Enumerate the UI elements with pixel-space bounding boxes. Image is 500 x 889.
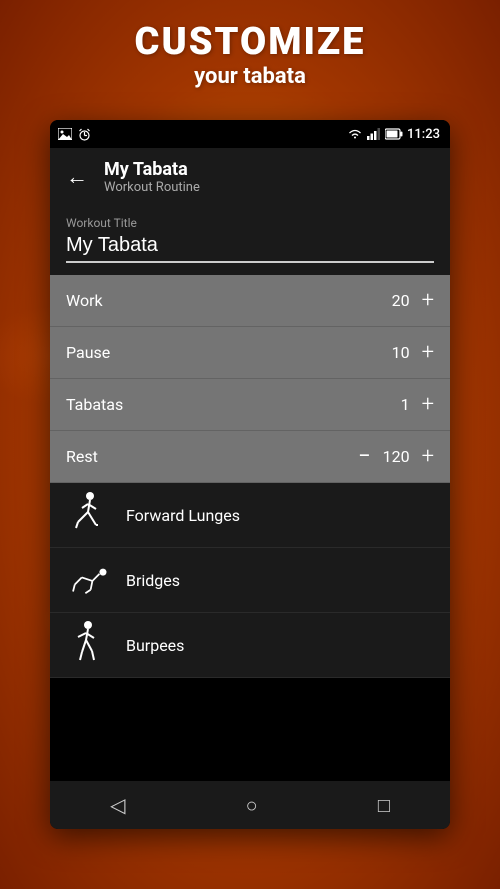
exercise-item-burpees[interactable]: Burpees (50, 613, 450, 678)
work-value: 20 (386, 291, 410, 310)
workout-title-input[interactable] (66, 234, 434, 263)
bridges-icon (66, 558, 110, 602)
work-row: Work 20 + (50, 275, 450, 327)
nav-home-button[interactable]: ○ (246, 793, 258, 818)
exercise-name-lunges: Forward Lunges (126, 506, 240, 525)
nav-recent-button[interactable]: □ (378, 793, 390, 818)
pause-value: 10 (386, 343, 410, 362)
app-bar-titles: My Tabata Workout Routine (104, 159, 200, 195)
tabatas-label: Tabatas (66, 395, 123, 414)
status-bar: 11:23 (50, 120, 450, 148)
time-display: 11:23 (407, 127, 440, 142)
tabatas-plus-button[interactable]: + (422, 394, 434, 416)
pause-controls: 10 + (386, 342, 434, 364)
nav-bar: ◁ ○ □ (50, 781, 450, 829)
lunges-icon (66, 493, 110, 537)
work-label: Work (66, 291, 103, 310)
rest-minus-button[interactable]: − (358, 444, 371, 469)
exercise-name-burpees: Burpees (126, 636, 184, 655)
signal-icon (367, 128, 381, 140)
exercise-item-lunges[interactable]: Forward Lunges (50, 483, 450, 548)
app-bar-subtitle: Workout Routine (104, 180, 200, 195)
wifi-icon (347, 128, 363, 140)
settings-section: Work 20 + Pause 10 + Tabatas 1 + Rest − (50, 275, 450, 483)
tabatas-controls: 1 + (386, 394, 434, 416)
status-bar-right: 11:23 (347, 127, 440, 142)
pause-row: Pause 10 + (50, 327, 450, 379)
back-button[interactable]: ← (66, 164, 88, 190)
work-plus-button[interactable]: + (422, 290, 434, 312)
app-bar: ← My Tabata Workout Routine (50, 148, 450, 206)
pause-label: Pause (66, 343, 110, 362)
exercise-item-bridges[interactable]: Bridges (50, 548, 450, 613)
hero-title: CUSTOMIZE (0, 20, 500, 64)
battery-icon (385, 128, 403, 140)
hero-subtitle: your tabata (0, 64, 500, 89)
tabatas-value: 1 (386, 395, 410, 414)
rest-value: 120 (383, 447, 410, 466)
rest-label: Rest (66, 447, 98, 466)
status-bar-left (58, 128, 91, 141)
work-controls: 20 + (386, 290, 434, 312)
alarm-icon (78, 128, 91, 141)
exercise-list: Forward Lunges Bridges (50, 483, 450, 678)
pause-plus-button[interactable]: + (422, 342, 434, 364)
rest-row: Rest − 120 + (50, 431, 450, 483)
nav-back-button[interactable]: ◁ (110, 793, 125, 817)
rest-plus-button[interactable]: + (422, 446, 434, 468)
burpees-icon (66, 623, 110, 667)
phone-frame: 11:23 ← My Tabata Workout Routine Workou… (50, 120, 450, 829)
image-icon (58, 128, 72, 140)
title-section: Workout Title (50, 206, 450, 275)
rest-controls: − 120 + (358, 444, 434, 469)
tabatas-row: Tabatas 1 + (50, 379, 450, 431)
hero-section: CUSTOMIZE your tabata (0, 20, 500, 89)
workout-title-label: Workout Title (66, 216, 434, 230)
exercise-name-bridges: Bridges (126, 571, 180, 590)
app-bar-title: My Tabata (104, 159, 200, 180)
